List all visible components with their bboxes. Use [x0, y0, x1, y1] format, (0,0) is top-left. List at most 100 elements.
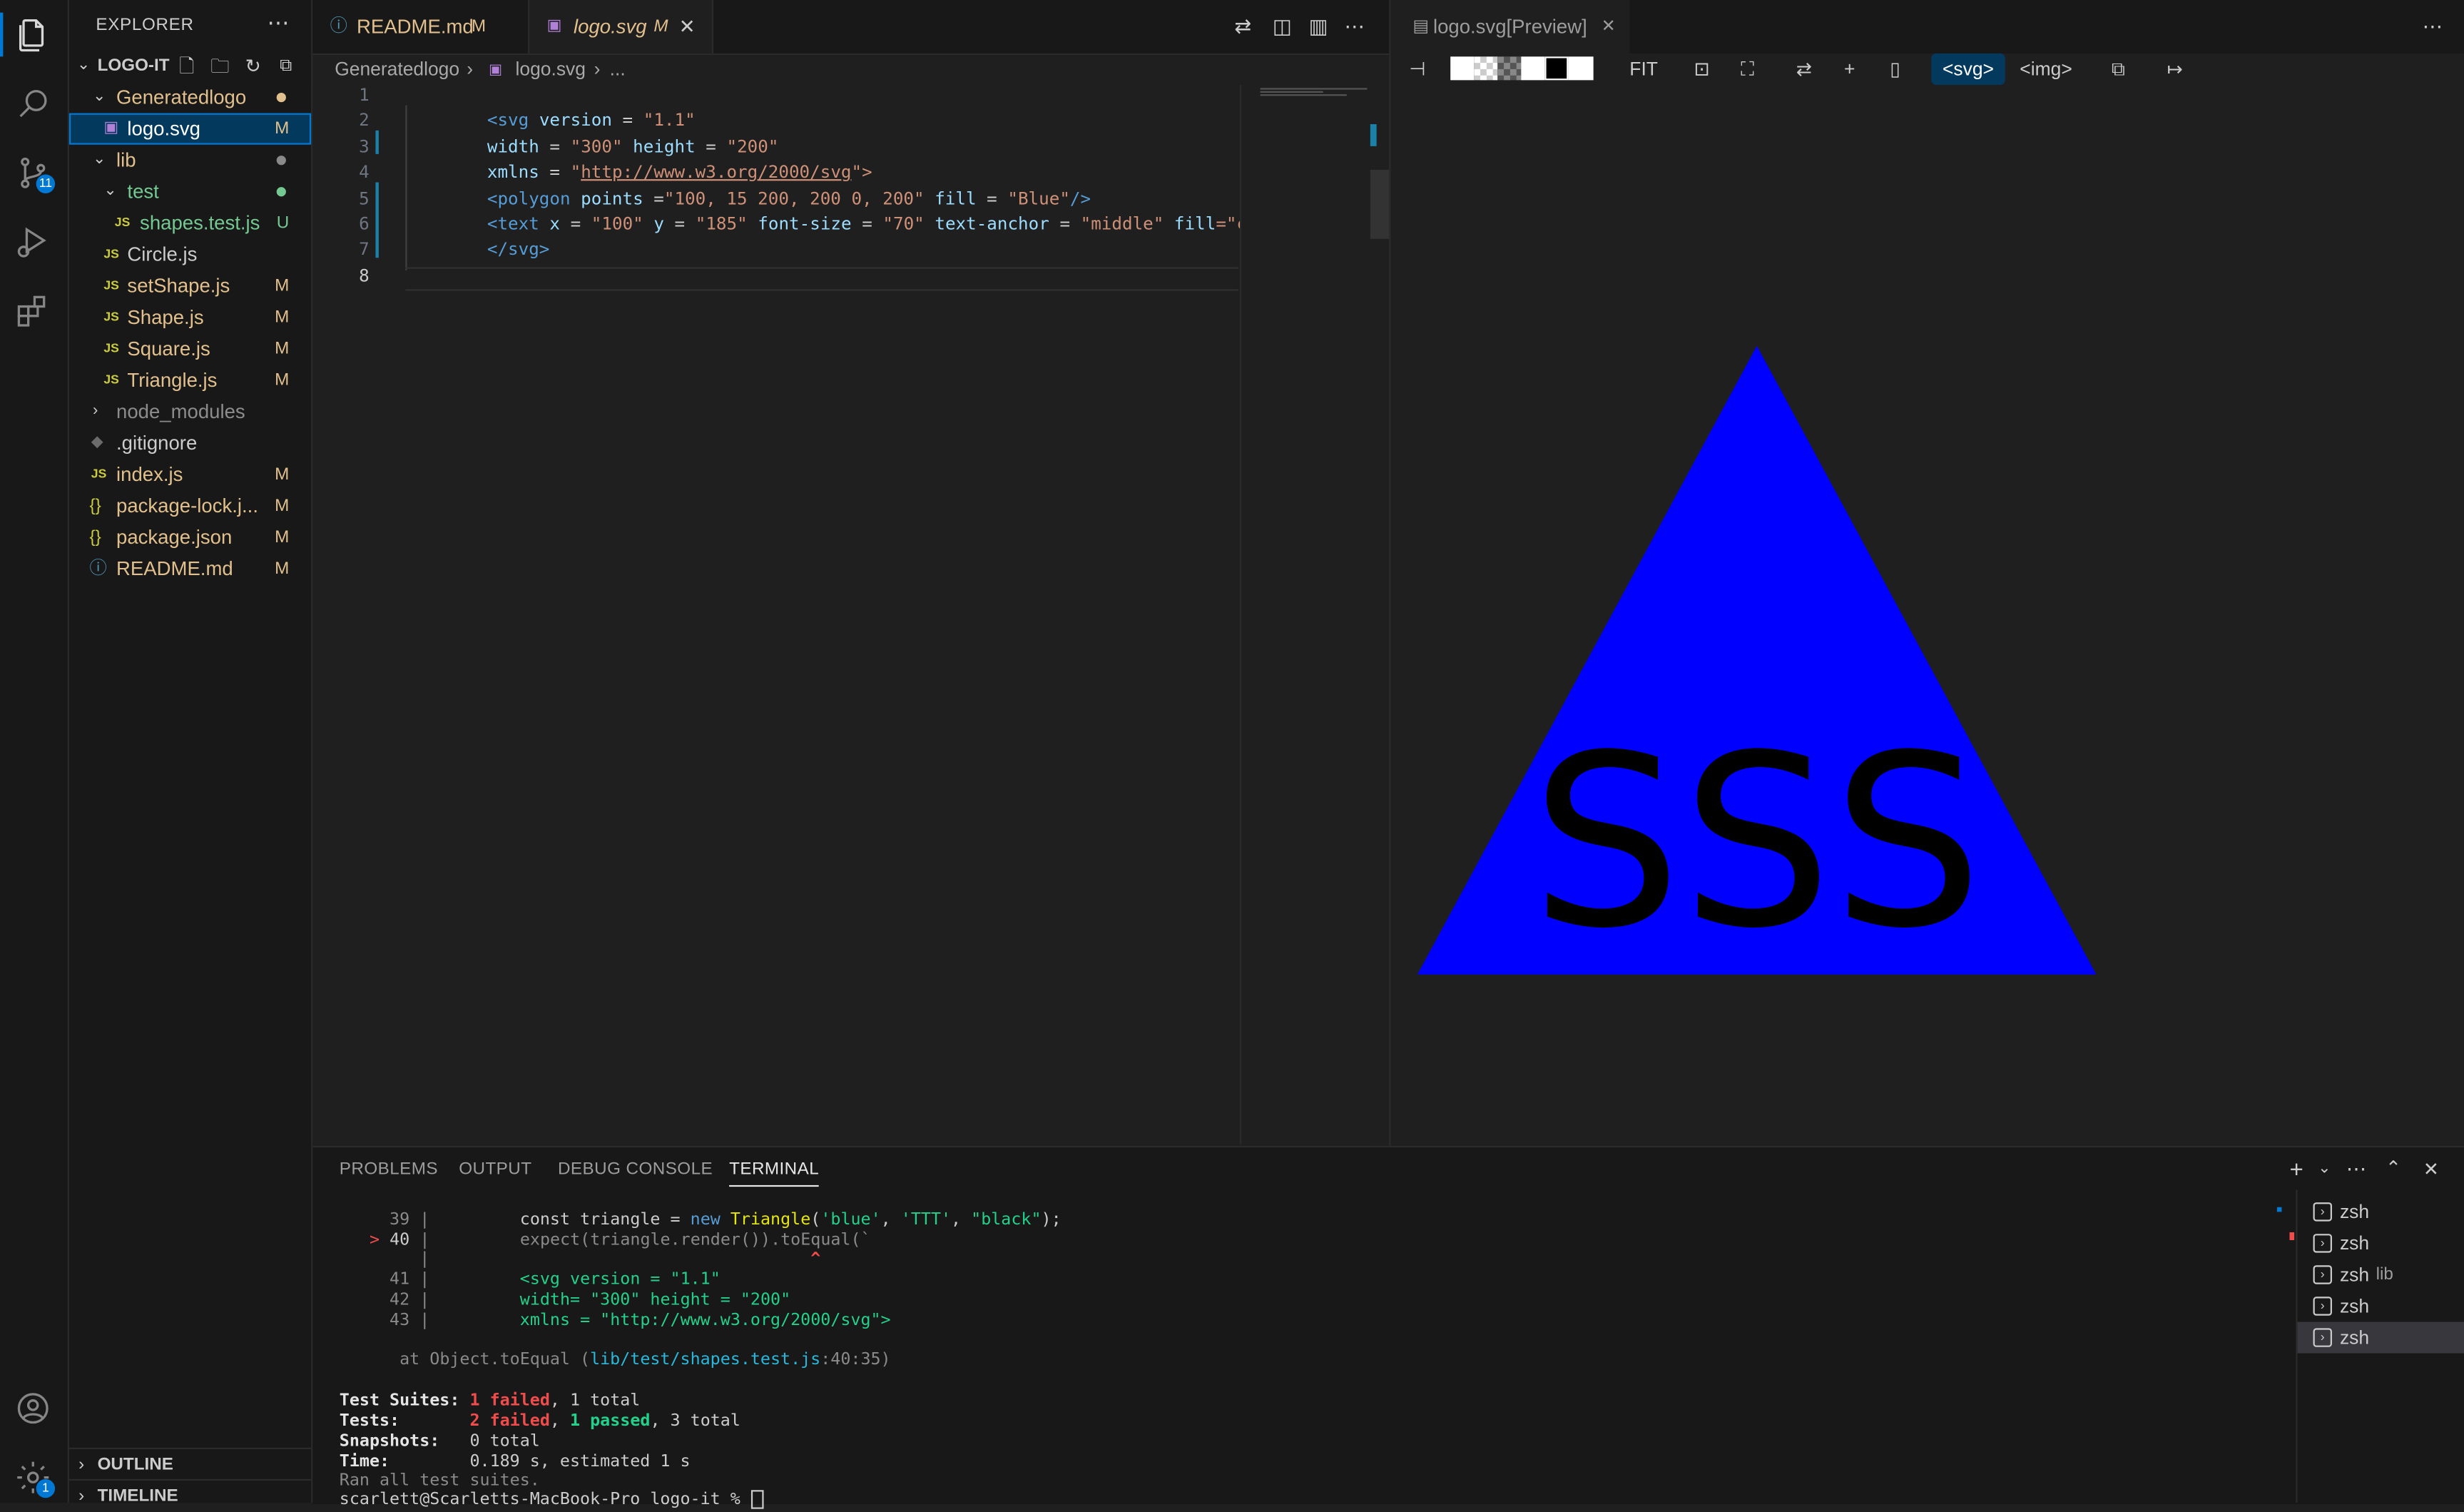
scrollbar-thumb[interactable]: [1370, 169, 1390, 239]
search-icon[interactable]: [14, 85, 52, 123]
tree-item-node-modules[interactable]: › node_modules: [69, 396, 311, 427]
tree-item-circle[interactable]: JS Circle.js: [69, 239, 311, 270]
breadcrumb-folder[interactable]: Generatedlogo: [335, 54, 459, 85]
tab-label: README.md: [357, 16, 474, 38]
new-file-icon[interactable]: 🗋: [179, 50, 194, 81]
tree-item-setshape[interactable]: JS setShape.js M: [69, 270, 311, 302]
svg-mode-button[interactable]: <svg>: [1931, 53, 2005, 85]
tree-item-package-lock[interactable]: {} package-lock.j... M: [69, 490, 311, 522]
terminal-list: › zsh › zsh › zsh lib › zsh › zsh: [2296, 1189, 2464, 1503]
tree-item-test[interactable]: ⌄ test: [69, 176, 311, 208]
run-debug-icon[interactable]: [14, 223, 52, 261]
workspace-root-label: LOGO-IT: [97, 56, 170, 76]
explorer-icon[interactable]: [14, 16, 52, 54]
new-terminal-icon[interactable]: +: [2289, 1157, 2303, 1183]
actual-size-icon[interactable]: ⛶: [1735, 54, 1760, 85]
bg-dark-checker-swatch[interactable]: [1497, 56, 1522, 81]
extensions-icon[interactable]: [14, 293, 52, 330]
terminal-line: Tests: 2 failed, 1 passed, 3 total: [339, 1411, 740, 1431]
terminal-icon: ›: [2313, 1202, 2332, 1222]
terminal-instance[interactable]: › zsh: [2297, 1290, 2464, 1321]
untracked-dot: [276, 187, 286, 197]
js-file-icon: JS: [114, 215, 131, 230]
open-preview-icon[interactable]: ◫: [1270, 14, 1295, 39]
more-actions-icon[interactable]: ⋯: [2346, 1157, 2367, 1182]
tree-item-shapes-test[interactable]: JS shapes.test.js U: [69, 208, 311, 239]
tree-item-index[interactable]: JS index.js M: [69, 459, 311, 490]
split-editor-icon[interactable]: ▥: [1306, 14, 1331, 39]
tree-item-triangle[interactable]: JS Triangle.js M: [69, 365, 311, 396]
js-file-icon: JS: [103, 341, 119, 355]
tree-item-package-json[interactable]: {} package.json M: [69, 522, 311, 553]
tree-item-gitignore[interactable]: ◆ .gitignore: [69, 427, 311, 459]
breadcrumb-file[interactable]: logo.svg: [516, 54, 586, 85]
timeline-section[interactable]: › TIMELINE: [68, 1478, 312, 1512]
source-control-icon[interactable]: 11: [14, 154, 56, 193]
minimap-line: [1260, 94, 1347, 96]
more-actions-icon[interactable]: ⋯: [267, 9, 289, 36]
tree-item-square[interactable]: JS Square.js M: [69, 333, 311, 365]
compare-changes-icon[interactable]: ⇄: [1231, 14, 1256, 39]
code-editor[interactable]: 1 2 3 4 5 6 7 8 <svg version = "1.1" wid…: [312, 84, 1240, 1145]
terminal-instance[interactable]: › zsh lib: [2297, 1259, 2464, 1290]
tab-debug-console[interactable]: DEBUG CONSOLE: [558, 1160, 713, 1179]
tab-readme[interactable]: ⓘ README.md M: [312, 0, 530, 54]
bg-white-swatch[interactable]: [1450, 56, 1475, 81]
tree-item-label: Circle.js: [127, 243, 198, 266]
tree-item-label: index.js: [116, 463, 183, 486]
workspace-root[interactable]: ⌄ LOGO-IT 🗋 🗀 ↻ ⧉: [69, 50, 311, 81]
tree-item-readme[interactable]: ⓘ README.md M: [69, 553, 311, 584]
tab-preview[interactable]: ▤ logo.svg[Preview] ✕: [1390, 0, 1630, 54]
tab-terminal[interactable]: TERMINAL: [729, 1160, 820, 1187]
close-icon[interactable]: ✕: [679, 0, 696, 54]
img-mode-button[interactable]: <img>: [2015, 54, 2077, 85]
copy-icon[interactable]: ⧉: [2106, 54, 2131, 85]
new-folder-icon[interactable]: 🗀: [210, 50, 229, 81]
code-line-6: <text x = "100" y = "185" font-size = "7…: [487, 213, 1240, 235]
outline-section[interactable]: › OUTLINE: [68, 1447, 312, 1481]
fit-button[interactable]: FIT: [1623, 54, 1664, 85]
terminal-instance[interactable]: › zsh: [2297, 1196, 2464, 1227]
tree-item-generatedlogo[interactable]: ⌄ Generatedlogo: [69, 82, 311, 113]
bg-checker-swatch[interactable]: [1474, 56, 1498, 81]
collapse-all-icon[interactable]: ⧉: [280, 50, 292, 81]
tree-item-shape[interactable]: JS Shape.js M: [69, 302, 311, 333]
swap-icon[interactable]: ⇄: [1791, 54, 1816, 85]
terminal-instance[interactable]: › zsh: [2297, 1321, 2464, 1354]
close-panel-icon[interactable]: ✕: [2423, 1158, 2439, 1180]
more-actions-icon[interactable]: ⋯: [1342, 14, 1367, 39]
bg-black-swatch[interactable]: [1544, 56, 1569, 81]
export-icon[interactable]: ↦: [2162, 54, 2187, 85]
info-icon: ⓘ: [330, 17, 347, 36]
bottom-panel: PROBLEMS OUTPUT DEBUG CONSOLE TERMINAL +…: [312, 1145, 2464, 1509]
chevron-down-icon[interactable]: ⌄: [2318, 1160, 2331, 1177]
line-number: 6: [359, 213, 370, 235]
close-icon[interactable]: ✕: [1602, 0, 1616, 54]
terminal-instance[interactable]: › zsh: [2297, 1227, 2464, 1259]
bg-white-swatch[interactable]: [1568, 56, 1594, 81]
zoom-fit-icon[interactable]: ⊡: [1689, 54, 1714, 85]
more-actions-icon[interactable]: ⋯: [2420, 14, 2445, 39]
tab-logo-svg[interactable]: ▣ logo.svg M ✕: [529, 0, 714, 54]
minimap[interactable]: [1240, 84, 1390, 1145]
bg-white-swatch[interactable]: [1521, 56, 1545, 81]
chevron-right-icon: ›: [594, 58, 601, 81]
git-gutter-modified: [375, 182, 379, 258]
preview-svg: SSS: [1417, 345, 2097, 980]
manage-gear-icon[interactable]: 1: [14, 1458, 56, 1498]
tab-output[interactable]: OUTPUT: [459, 1160, 531, 1179]
tree-item-logo-svg[interactable]: ▣ logo.svg M: [68, 113, 312, 145]
book-icon[interactable]: ▯: [1883, 54, 1908, 85]
tree-item-lib[interactable]: ⌄ lib: [69, 145, 311, 176]
background-selector[interactable]: [1450, 56, 1594, 81]
account-icon[interactable]: [14, 1389, 52, 1427]
terminal-prompt[interactable]: scarlett@Scarletts-MacBook-Pro logo-it %: [340, 1490, 763, 1510]
maximize-panel-icon[interactable]: ⌃: [2386, 1157, 2401, 1179]
breadcrumb-more[interactable]: ...: [610, 54, 626, 85]
svg-preview-canvas[interactable]: SSS: [1390, 84, 2464, 1145]
add-icon[interactable]: +: [1837, 54, 1862, 85]
refresh-icon[interactable]: ↻: [245, 50, 261, 81]
tab-problems[interactable]: PROBLEMS: [340, 1160, 438, 1179]
pin-icon[interactable]: ⊣: [1407, 54, 1429, 85]
scm-badge: 11: [36, 174, 56, 193]
